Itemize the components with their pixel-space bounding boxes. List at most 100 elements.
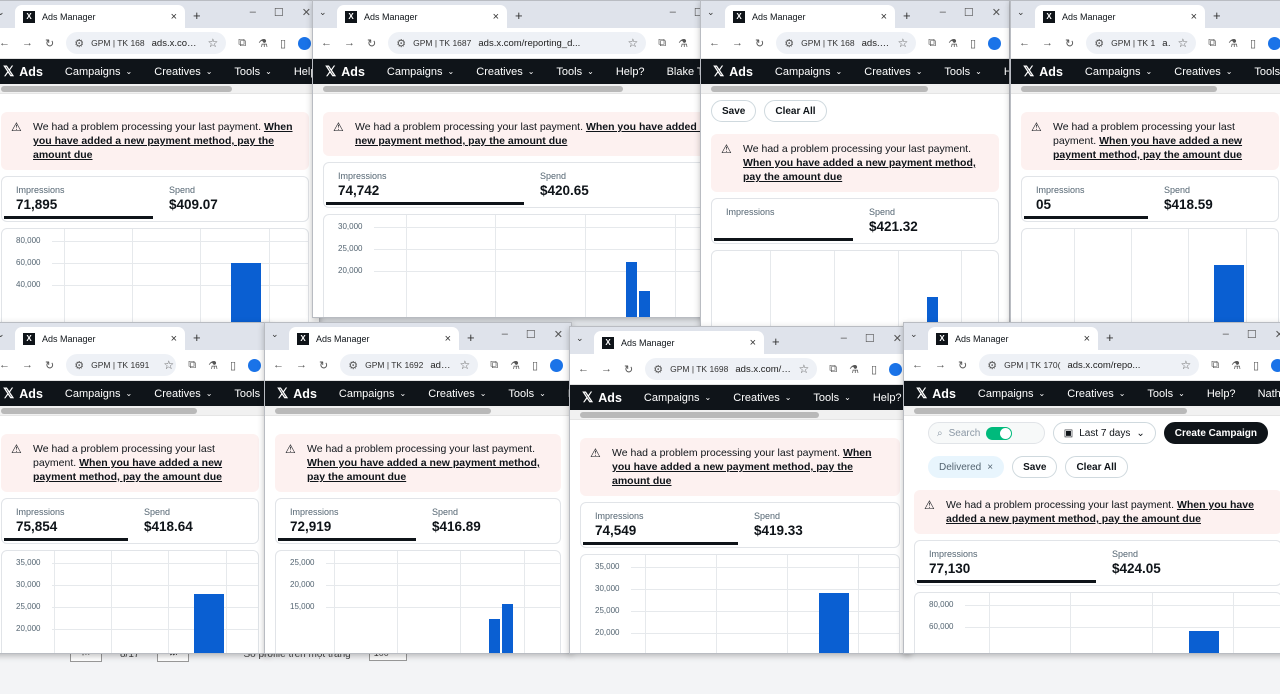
url-omnibox[interactable]: ⚙ GPM | TK 1 ad... ☆ (1086, 32, 1197, 54)
close-tab-icon[interactable]: × (1191, 11, 1197, 23)
forward-icon[interactable]: → (296, 359, 307, 371)
horizontal-scrollbar[interactable] (0, 84, 319, 94)
impressions-metric[interactable]: Impressions 71,895 (2, 177, 155, 221)
browser-tab[interactable]: X Ads Manager × (1035, 5, 1205, 28)
bookmark-star-icon[interactable]: ☆ (627, 36, 638, 50)
side-panel-icon[interactable]: ▯ (532, 359, 538, 372)
side-panel-icon[interactable]: ▯ (1253, 359, 1259, 372)
scroll-thumb[interactable] (275, 408, 491, 414)
scroll-thumb[interactable] (1, 408, 197, 414)
x-ads-brand[interactable]: 𝕏 Ads (916, 385, 956, 402)
tab-search-chevron-icon[interactable]: ⌄ (1017, 7, 1025, 18)
close-tab-icon[interactable]: × (171, 11, 177, 23)
new-tab-icon[interactable]: + (467, 330, 475, 345)
scroll-thumb[interactable] (711, 86, 928, 92)
x-ads-brand[interactable]: 𝕏 Ads (713, 63, 753, 80)
tab-search-chevron-icon[interactable]: ⌄ (319, 7, 327, 18)
site-info-icon[interactable]: ⚙ (1094, 37, 1104, 50)
lab-flask-icon[interactable]: ⚗ (1231, 359, 1241, 372)
site-info-icon[interactable]: ⚙ (396, 37, 406, 50)
url-omnibox[interactable]: ⚙ GPM | TK 168 ads.x.com/rep... ☆ (776, 32, 917, 54)
site-info-icon[interactable]: ⚙ (74, 37, 84, 50)
delivered-filter-chip[interactable]: Delivered × (928, 456, 1005, 478)
maximize-icon[interactable]: ☐ (526, 328, 536, 341)
browser-tab[interactable]: X Ads Manager × (289, 327, 459, 350)
browser-tab[interactable]: X Ads Manager × (928, 327, 1098, 350)
impressions-bar[interactable] (1214, 265, 1244, 329)
new-tab-icon[interactable]: + (515, 8, 523, 23)
spend-metric[interactable]: Spend $409.07 (155, 177, 308, 221)
impressions-metric[interactable]: Impressions 05 (1022, 177, 1150, 221)
impressions-metric[interactable]: Impressions 77,130 (915, 541, 1098, 585)
forward-icon[interactable]: → (344, 37, 355, 49)
browser-tab[interactable]: X Ads Manager × (594, 331, 764, 354)
impressions-bar[interactable] (489, 619, 500, 653)
impressions-bar[interactable] (231, 263, 261, 329)
profile-avatar-icon[interactable] (889, 362, 902, 376)
nav-creatives[interactable]: Creatives ⌄ (1174, 66, 1232, 78)
new-tab-icon[interactable]: + (1213, 8, 1221, 23)
side-panel-icon[interactable]: ▯ (1250, 37, 1256, 50)
profile-avatar-icon[interactable] (1271, 358, 1280, 372)
minimize-icon[interactable]: – (841, 332, 847, 345)
browser-tab[interactable]: X Ads Manager × (725, 5, 895, 28)
site-info-icon[interactable]: ⚙ (348, 359, 358, 372)
profile-avatar-icon[interactable] (550, 358, 563, 372)
extensions-icon[interactable]: ⧉ (1211, 359, 1219, 372)
tab-search-chevron-icon[interactable]: ⌄ (707, 7, 715, 18)
profile-avatar-icon[interactable] (1268, 36, 1280, 50)
nav-help[interactable]: Help? (616, 66, 645, 78)
back-icon[interactable]: ← (0, 37, 10, 49)
impressions-bar[interactable] (819, 593, 849, 653)
reload-icon[interactable]: ↻ (958, 359, 967, 372)
extensions-icon[interactable]: ⧉ (238, 37, 246, 50)
minimize-icon[interactable]: – (250, 6, 256, 19)
pay-amount-due-link[interactable]: When you have added a new payment method… (307, 457, 540, 483)
minimize-icon[interactable]: – (940, 6, 946, 19)
nav-campaigns[interactable]: Campaigns ⌄ (387, 66, 454, 78)
forward-icon[interactable]: → (22, 359, 33, 371)
spend-metric[interactable]: Spend $421.32 (855, 199, 998, 243)
horizontal-scrollbar[interactable] (904, 406, 1280, 416)
x-ads-brand[interactable]: 𝕏 Ads (277, 385, 317, 402)
back-icon[interactable]: ← (273, 359, 284, 371)
close-tab-icon[interactable]: × (750, 337, 756, 349)
reload-icon[interactable]: ↻ (624, 363, 633, 376)
x-ads-brand[interactable]: 𝕏 Ads (1023, 63, 1063, 80)
minimize-icon[interactable]: – (502, 328, 508, 341)
nav-tools[interactable]: Tools ⌄ (508, 388, 545, 400)
bookmark-star-icon[interactable]: ☆ (459, 358, 470, 372)
site-info-icon[interactable]: ⚙ (74, 359, 84, 372)
minimize-icon[interactable]: – (670, 6, 676, 19)
pay-amount-due-link[interactable]: When you have added a new payment method… (743, 157, 976, 183)
nav-campaigns[interactable]: Campaigns ⌄ (644, 392, 711, 404)
close-window-icon[interactable]: ✕ (554, 328, 563, 341)
profile-avatar-icon[interactable] (988, 36, 1001, 50)
lab-flask-icon[interactable]: ⚗ (208, 359, 218, 372)
minimize-icon[interactable]: – (1223, 328, 1229, 341)
url-omnibox[interactable]: ⚙ GPM | TK 1698 ads.x.com/reporting... ☆ (645, 358, 818, 380)
nav-campaigns[interactable]: Campaigns ⌄ (1085, 66, 1152, 78)
lab-flask-icon[interactable]: ⚗ (258, 37, 268, 50)
reload-icon[interactable]: ↻ (319, 359, 328, 372)
url-omnibox[interactable]: ⚙ GPM | TK 170(ads.x.com/repo... ☆ (979, 354, 1200, 376)
spend-metric[interactable]: Spend $419.33 (740, 503, 899, 547)
toggle-switch[interactable] (986, 426, 1013, 440)
lab-flask-icon[interactable]: ⚗ (510, 359, 520, 372)
impressions-metric[interactable]: Impressions (712, 199, 855, 243)
spend-metric[interactable]: Spend $420.65 (526, 163, 728, 207)
tab-search-chevron-icon[interactable]: ⌄ (0, 329, 5, 340)
close-window-icon[interactable]: ✕ (302, 6, 311, 19)
impressions-metric[interactable]: Impressions 74,549 (581, 503, 740, 547)
side-panel-icon[interactable]: ▯ (280, 37, 286, 50)
browser-tab[interactable]: X Ads Manager × (15, 5, 185, 28)
horizontal-scrollbar[interactable] (1011, 84, 1280, 94)
close-tab-icon[interactable]: × (445, 333, 451, 345)
impressions-metric[interactable]: Impressions 72,919 (276, 499, 418, 543)
x-ads-brand[interactable]: 𝕏 Ads (325, 63, 365, 80)
nav-creatives[interactable]: Creatives ⌄ (1067, 388, 1125, 400)
maximize-icon[interactable]: ☐ (1247, 328, 1257, 341)
nav-campaigns[interactable]: Campaigns ⌄ (339, 388, 406, 400)
back-icon[interactable]: ← (912, 359, 923, 371)
back-icon[interactable]: ← (321, 37, 332, 49)
